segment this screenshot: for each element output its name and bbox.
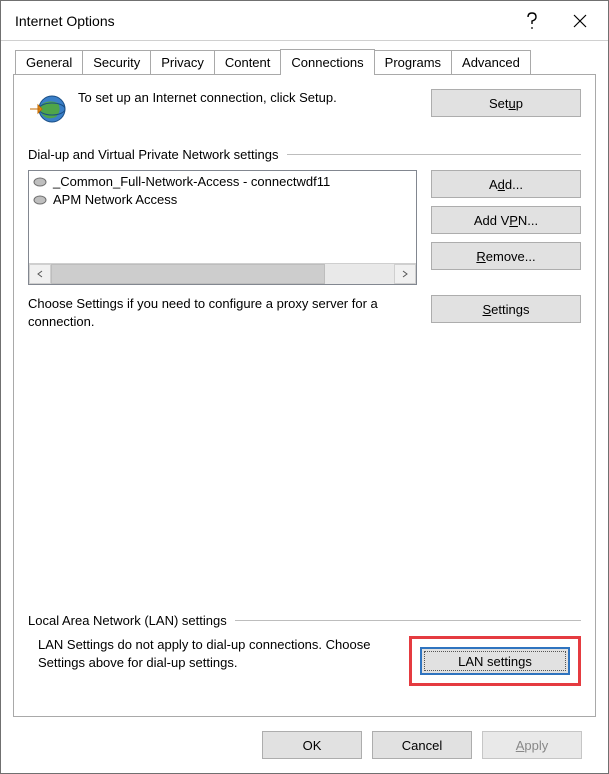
divider: [235, 620, 581, 621]
tab-programs[interactable]: Programs: [374, 50, 452, 74]
divider: [287, 154, 582, 155]
proxy-hint-text: Choose Settings if you need to configure…: [28, 295, 417, 330]
tab-content[interactable]: Content: [214, 50, 282, 74]
chevron-left-icon: [36, 270, 44, 278]
setup-button[interactable]: Setup: [431, 89, 581, 117]
chevron-right-icon: [401, 270, 409, 278]
add-button[interactable]: Add...: [431, 170, 581, 198]
list-item[interactable]: _Common_Full-Network-Access - connectwdf…: [33, 173, 412, 191]
ok-button[interactable]: OK: [262, 731, 362, 759]
scroll-right-button[interactable]: [394, 264, 416, 284]
add-vpn-button[interactable]: Add VPN...: [431, 206, 581, 234]
list-item-label: APM Network Access: [53, 191, 177, 209]
close-icon: [573, 14, 587, 28]
scroll-thumb[interactable]: [51, 264, 325, 284]
connections-items: _Common_Full-Network-Access - connectwdf…: [29, 171, 416, 263]
tab-connections[interactable]: Connections: [280, 49, 374, 75]
dvpn-button-stack: Add... Add VPN... Remove...: [431, 170, 581, 285]
tab-general[interactable]: General: [15, 50, 83, 74]
dialog-footer: OK Cancel Apply: [13, 717, 596, 773]
remove-button[interactable]: Remove...: [431, 242, 581, 270]
scroll-track[interactable]: [51, 264, 394, 284]
connections-listbox[interactable]: _Common_Full-Network-Access - connectwdf…: [28, 170, 417, 285]
lan-group-header: Local Area Network (LAN) settings: [28, 613, 581, 628]
client-area: General Security Privacy Content Connect…: [1, 41, 608, 773]
lan-body: LAN Settings do not apply to dial-up con…: [28, 636, 581, 686]
setup-instruction: To set up an Internet connection, click …: [78, 89, 421, 107]
settings-button[interactable]: Settings: [431, 295, 581, 323]
horizontal-scrollbar[interactable]: [29, 263, 416, 284]
apply-button[interactable]: Apply: [482, 731, 582, 759]
globe-icon: [28, 89, 68, 129]
help-button[interactable]: [508, 1, 556, 41]
scroll-left-button[interactable]: [29, 264, 51, 284]
connection-icon: [33, 176, 47, 188]
internet-options-dialog: Internet Options General Security Privac…: [0, 0, 609, 774]
cancel-button[interactable]: Cancel: [372, 731, 472, 759]
tab-advanced[interactable]: Advanced: [451, 50, 531, 74]
close-button[interactable]: [556, 1, 604, 41]
list-item[interactable]: APM Network Access: [33, 191, 412, 209]
dvpn-group-header: Dial-up and Virtual Private Network sett…: [28, 147, 581, 162]
dvpn-body: _Common_Full-Network-Access - connectwdf…: [28, 170, 581, 285]
setup-row: To set up an Internet connection, click …: [28, 89, 581, 129]
tab-strip: General Security Privacy Content Connect…: [15, 49, 596, 74]
tab-body-connections: To set up an Internet connection, click …: [13, 74, 596, 717]
proxy-hint-row: Choose Settings if you need to configure…: [28, 295, 581, 330]
lan-button-highlight: LAN settings: [409, 636, 581, 686]
help-icon: [525, 12, 539, 30]
tab-security[interactable]: Security: [82, 50, 151, 74]
lan-hint-text: LAN Settings do not apply to dial-up con…: [28, 636, 395, 671]
tab-privacy[interactable]: Privacy: [150, 50, 215, 74]
dvpn-group-label: Dial-up and Virtual Private Network sett…: [28, 147, 279, 162]
connection-icon: [33, 194, 47, 206]
lan-group: Local Area Network (LAN) settings LAN Se…: [28, 595, 581, 686]
lan-settings-button[interactable]: LAN settings: [420, 647, 570, 675]
title-bar: Internet Options: [1, 1, 608, 41]
list-item-label: _Common_Full-Network-Access - connectwdf…: [53, 173, 330, 191]
window-title: Internet Options: [15, 13, 508, 29]
lan-group-label: Local Area Network (LAN) settings: [28, 613, 227, 628]
